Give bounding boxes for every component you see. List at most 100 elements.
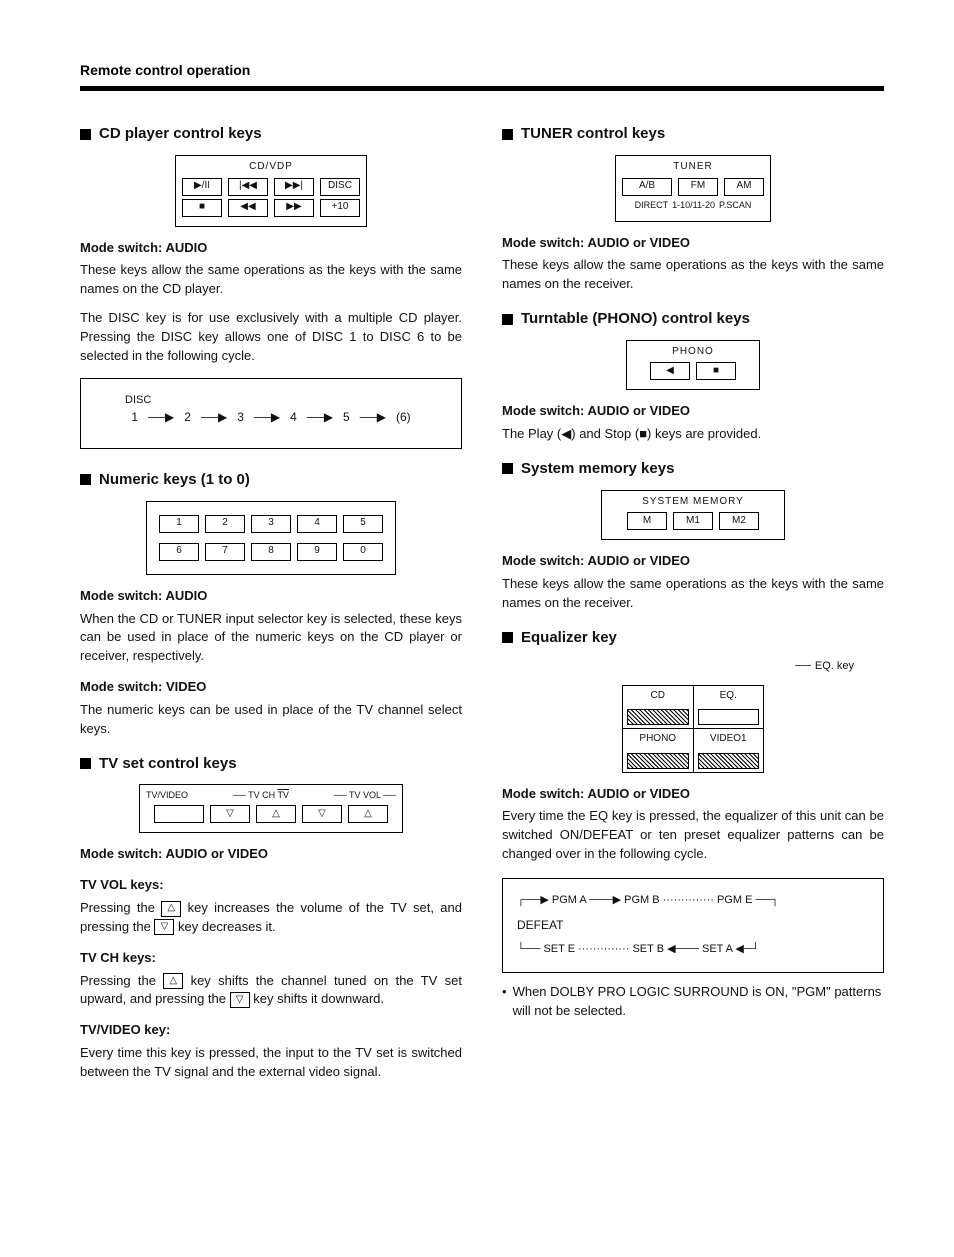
tv-key-tvvideo [154, 805, 204, 823]
tuner-label-range: 1-10/11-20 [672, 199, 715, 212]
tv-vol-head: TV VOL keys: [80, 876, 462, 895]
tuner-key-ab: A/B [622, 178, 672, 196]
numeric-para-2: The numeric keys can be used in place of… [80, 701, 462, 739]
num-key-5: 5 [343, 515, 383, 533]
eq-cell-video1-key [698, 753, 760, 769]
phono-key-play: ◀ [650, 362, 690, 380]
cd-key-plus10: +10 [320, 199, 360, 217]
cd-key-next: ▶▶| [274, 178, 314, 196]
disc-step-6: (6) [396, 409, 411, 426]
numeric-sub-video: Mode switch: VIDEO [80, 678, 462, 697]
tv-label-tv: TV [277, 790, 289, 800]
eq-bot-3: SET A [702, 943, 732, 955]
play-icon: ◀ [561, 426, 571, 441]
cd-key-ff: ▶▶ [274, 199, 314, 217]
up-triangle-icon-2: △ [163, 973, 183, 989]
sysmem-key-m: M [627, 512, 667, 530]
disc-cycle-diagram: DISC 1──▶ 2──▶ 3──▶ 4──▶ 5──▶ (6) [80, 378, 462, 449]
up-triangle-icon: △ [161, 901, 181, 917]
eq-bot-2: SET B [632, 943, 664, 955]
eq-note: When DOLBY PRO LOGIC SURROUND is ON, "PG… [502, 983, 884, 1021]
cd-key-playpause: ▶/II [182, 178, 222, 196]
tuner-key-diagram: TUNER A/B FM AM DIRECT 1-10/11-20 P.SCAN [615, 155, 771, 222]
num-key-9: 9 [297, 543, 337, 561]
eq-top-3: PGM E [717, 894, 752, 906]
sysmem-key-m2: M2 [719, 512, 759, 530]
cd-para-1: These keys allow the same operations as … [80, 261, 462, 299]
numeric-sub-audio: Mode switch: AUDIO [80, 587, 462, 606]
sysmem-para-1: These keys allow the same operations as … [502, 575, 884, 613]
num-key-4: 4 [297, 515, 337, 533]
numeric-para-1: When the CD or TUNER input selector key … [80, 610, 462, 667]
tuner-heading: TUNER control keys [502, 123, 884, 145]
cd-sub-audio: Mode switch: AUDIO [80, 239, 462, 258]
tv-tvvideo-para: Every time this key is pressed, the inpu… [80, 1044, 462, 1082]
tv-heading: TV set control keys [80, 753, 462, 775]
tv-key-diagram: TV/VIDEO ── TV CH TV ── TV VOL ── ▽ △ ▽ … [139, 784, 403, 833]
eq-cell-cd-key [627, 709, 689, 725]
cd-heading: CD player control keys [80, 123, 462, 145]
tv-vol-para: Pressing the △ key increases the volume … [80, 899, 462, 937]
tv-key-vol-down: ▽ [302, 805, 342, 823]
eq-bot-1: SET E [543, 943, 575, 955]
sysmem-key-diagram: SYSTEM MEMORY M M1 M2 [601, 490, 785, 541]
cd-key-diagram: CD/VDP ▶/II |◀◀ ▶▶| DISC ■ ◀◀ ▶▶ +10 [175, 155, 367, 227]
phono-heading: Turntable (PHONO) control keys [502, 308, 884, 330]
stop-icon: ■ [639, 426, 647, 441]
two-column-layout: CD player control keys CD/VDP ▶/II |◀◀ ▶… [80, 109, 884, 1092]
cd-box-label: CD/VDP [182, 160, 360, 175]
heading-rule [80, 86, 884, 91]
tv-label-ch: TV CH [248, 790, 275, 800]
eq-defeat: DEFEAT [517, 917, 869, 934]
eq-cell-cd-label: CD [623, 686, 693, 707]
phono-key-diagram: PHONO ◀ ■ [626, 340, 760, 391]
tuner-label-direct: DIRECT [635, 199, 669, 212]
eq-cell-eq-label: EQ. [693, 686, 764, 707]
down-triangle-icon-2: ▽ [230, 992, 250, 1008]
phono-sub-mode: Mode switch: AUDIO or VIDEO [502, 402, 884, 421]
eq-cell-video1-label: VIDEO1 [693, 729, 764, 750]
disc-step-3: 3 [237, 409, 244, 426]
tv-label-tvvideo: TV/VIDEO [146, 789, 188, 802]
eq-callout: ── EQ. key [502, 659, 854, 675]
num-key-0: 0 [343, 543, 383, 561]
cd-key-disc: DISC [320, 178, 360, 196]
tuner-key-am: AM [724, 178, 764, 196]
tuner-box-label: TUNER [622, 160, 764, 175]
eq-key-diagram: CD EQ. PHONO VIDEO1 [622, 685, 764, 773]
disc-label: DISC [125, 393, 445, 409]
eq-heading: Equalizer key [502, 627, 884, 649]
tv-key-ch-down: ▽ [210, 805, 250, 823]
eq-para-1: Every time the EQ key is pressed, the eq… [502, 807, 884, 864]
eq-cycle-diagram: ┌──▶ PGM A ───▶ PGM B ·············· PGM… [502, 878, 884, 973]
eq-cell-phono-key [627, 753, 689, 769]
right-column: TUNER control keys TUNER A/B FM AM DIREC… [502, 109, 884, 1092]
cd-key-rew: ◀◀ [228, 199, 268, 217]
tv-key-vol-up: △ [348, 805, 388, 823]
cd-para-2: The DISC key is for use exclusively with… [80, 309, 462, 366]
tuner-key-fm: FM [678, 178, 718, 196]
disc-step-5: 5 [343, 409, 350, 426]
disc-step-4: 4 [290, 409, 297, 426]
tv-key-ch-up: △ [256, 805, 296, 823]
tuner-label-pscan: P.SCAN [719, 199, 751, 212]
sysmem-heading: System memory keys [502, 458, 884, 480]
phono-key-stop: ■ [696, 362, 736, 380]
down-triangle-icon: ▽ [154, 919, 174, 935]
tv-ch-head: TV CH keys: [80, 949, 462, 968]
eq-top-2: PGM B [624, 894, 659, 906]
tv-label-vol: TV VOL [349, 790, 381, 800]
num-key-2: 2 [205, 515, 245, 533]
tv-ch-para: Pressing the △ key shifts the channel tu… [80, 972, 462, 1010]
eq-sub-mode: Mode switch: AUDIO or VIDEO [502, 785, 884, 804]
phono-para-1: The Play (◀) and Stop (■) keys are provi… [502, 425, 884, 444]
tv-sub-mode: Mode switch: AUDIO or VIDEO [80, 845, 462, 864]
cd-key-prev: |◀◀ [228, 178, 268, 196]
sysmem-sub-mode: Mode switch: AUDIO or VIDEO [502, 552, 884, 571]
left-column: CD player control keys CD/VDP ▶/II |◀◀ ▶… [80, 109, 462, 1092]
eq-cell-phono-label: PHONO [623, 729, 693, 750]
disc-step-2: 2 [184, 409, 191, 426]
num-key-7: 7 [205, 543, 245, 561]
num-key-6: 6 [159, 543, 199, 561]
cd-key-stop: ■ [182, 199, 222, 217]
